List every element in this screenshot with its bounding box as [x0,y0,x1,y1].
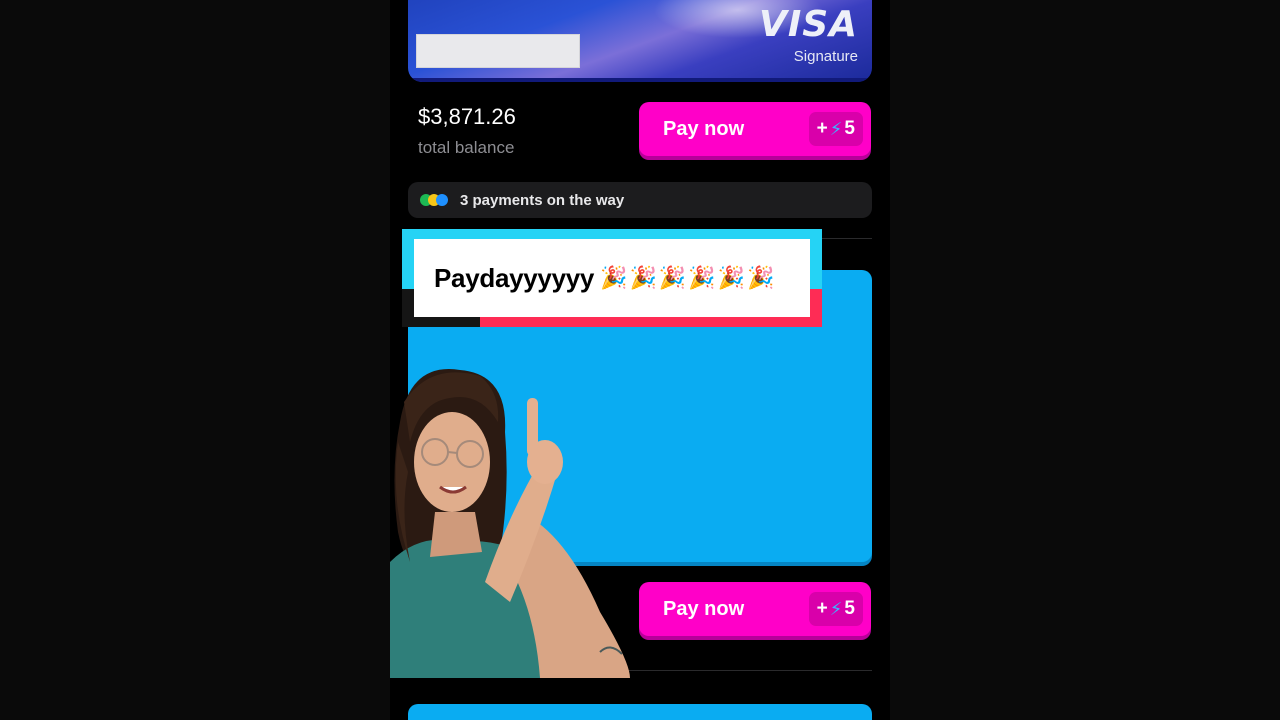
card-number-redaction [416,34,580,68]
payments-on-the-way-banner[interactable]: 3 payments on the way [408,182,872,218]
status-dots-icon [420,194,450,206]
payments-status-text: 3 payments on the way [460,191,625,209]
reward-prefix: + [816,598,828,619]
reward-prefix: + [816,118,828,139]
reward-value: 5 [844,118,855,139]
reward-badge: + ⚡ 5 [808,112,863,146]
party-popper-emoji: 🎉🎉🎉🎉🎉🎉 [600,265,777,290]
pay-now-label: Pay now [663,597,745,620]
reward-value: 5 [844,598,855,619]
caption-box: Paydayyyyyy 🎉🎉🎉🎉🎉🎉 [414,239,810,317]
caption-text: Paydayyyyyy [434,262,595,293]
lightning-bolt-icon: ⚡ [829,118,843,139]
pay-now-label: Pay now [663,117,745,140]
visa-signature-label: Signature [793,48,858,65]
phone-screen: VISA Signature $3,871.26 total balance P… [390,0,890,720]
credit-card-image[interactable]: VISA Signature [408,0,872,82]
reward-badge: + ⚡ 5 [808,592,863,626]
lightning-bolt-icon: ⚡ [829,598,843,619]
pay-now-button[interactable]: Pay now + ⚡ 5 [639,102,871,156]
visa-logo: VISA [758,4,858,45]
pay-now-button-2[interactable]: Pay now + ⚡ 5 [639,582,871,636]
presenter-video-overlay [390,362,630,678]
next-panel [408,704,872,720]
balance-amount: $3,871.26 [418,104,516,129]
video-caption-sticker: Paydayyyyyy 🎉🎉🎉🎉🎉🎉 [402,229,822,329]
balance-label: total balance [418,138,515,157]
